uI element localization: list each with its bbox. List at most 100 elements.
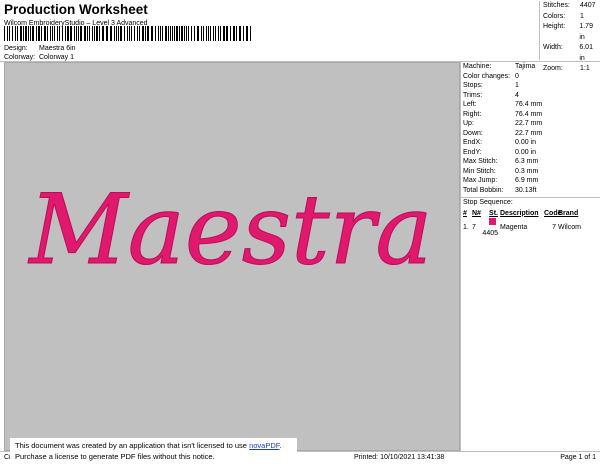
barcode-bar — [179, 26, 180, 41]
info-row: Total Bobbin: 30.13ft — [463, 186, 537, 194]
info-row: EndY: 0.00 in — [463, 148, 537, 156]
info-row: Up: 22.7 mm — [463, 120, 543, 127]
barcode-bar — [223, 26, 225, 41]
stop-sequence-section: Stop Sequence: # N# St. Description Code… — [461, 197, 600, 238]
barcode-bar — [30, 26, 31, 41]
barcode-bar — [87, 26, 88, 41]
barcode-bar — [139, 26, 140, 41]
summary-row: Stitches: 4407 — [543, 2, 596, 9]
barcode-bar — [99, 26, 100, 41]
barcode-bar — [92, 26, 93, 41]
barcode-bar — [213, 26, 214, 41]
barcode-bar — [203, 26, 204, 41]
barcode-bar — [191, 26, 192, 41]
barcode-bar — [9, 26, 10, 41]
barcode-bar — [181, 26, 183, 41]
barcode-bar — [47, 26, 48, 41]
barcode-bar — [89, 26, 90, 41]
colorway-value: Colorway 1 — [39, 54, 75, 61]
barcode-bar — [210, 26, 211, 41]
embroidery-lettering: Maestra — [27, 174, 432, 286]
barcode-image — [4, 26, 251, 41]
barcode-bar — [57, 26, 58, 41]
barcode-bar — [197, 26, 199, 41]
barcode-bar — [168, 26, 169, 41]
barcode-bar — [12, 26, 13, 41]
barcode-bar — [137, 26, 138, 41]
barcode-bar — [124, 26, 125, 41]
info-row: Trims: 4 — [463, 91, 519, 99]
embroidery-design: Maestra — [27, 174, 433, 287]
barcode-bar — [120, 26, 122, 41]
barcode-bar — [160, 26, 161, 41]
barcode-bar — [243, 26, 244, 41]
barcode-bar — [17, 26, 18, 41]
barcode-bar — [206, 26, 207, 41]
barcode-bar — [131, 26, 132, 41]
barcode-bar — [201, 26, 202, 41]
barcode-bar — [38, 26, 40, 41]
barcode-bar — [15, 26, 16, 41]
barcode-bar — [110, 26, 112, 41]
barcode-bar — [4, 26, 5, 41]
barcode-bar — [233, 26, 235, 41]
barcode-bar — [7, 26, 8, 41]
info-row: Stops: 1 — [463, 82, 519, 89]
barcode-bar — [54, 26, 55, 41]
barcode-bar — [76, 26, 77, 41]
barcode-bar — [23, 26, 24, 41]
summary-row: Colors: 1 — [543, 12, 584, 20]
design-value: Maestra 6in — [39, 45, 76, 52]
barcode-bar — [134, 26, 135, 41]
barcode-bar — [52, 26, 53, 41]
design-preview: Maestra — [4, 62, 460, 451]
barcode-bar — [250, 26, 251, 41]
barcode-bar — [145, 26, 146, 41]
barcode-bar — [215, 26, 216, 41]
info-row: Machine: Tajima — [463, 63, 536, 70]
header: Production Worksheet Wilcom EmbroiderySt… — [4, 2, 454, 29]
stop-sequence-title: Stop Sequence: — [463, 199, 513, 206]
barcode-bar — [36, 26, 37, 41]
stop-sequence-header: # N# St. Description Code Brand — [463, 209, 579, 217]
info-row: Max Stitch: 6.3 mm — [463, 158, 539, 165]
info-row: Color changes: 0 — [463, 72, 519, 80]
barcode-bar — [226, 26, 228, 41]
barcode-bar — [208, 26, 209, 41]
barcode-bar — [129, 26, 130, 41]
info-row: Max Jump: 6.9 mm — [463, 177, 539, 184]
barcode-bar — [25, 26, 27, 41]
barcode-bar — [67, 26, 69, 41]
barcode-bar — [84, 26, 86, 41]
barcode-bar — [188, 26, 189, 41]
design-label: Design: — [4, 45, 28, 52]
barcode-bar — [50, 26, 51, 41]
summary-box: Stitches: 4407 Colors: 1 Height: 1.79 in Wi… — [539, 1, 600, 72]
barcode-bar — [151, 26, 153, 41]
barcode-bar — [220, 26, 221, 41]
barcode-bar — [176, 26, 178, 41]
barcode-bar — [162, 26, 163, 41]
novapdf-link[interactable]: novaPDF — [249, 441, 279, 450]
barcode-bar — [65, 26, 66, 41]
barcode-bar — [170, 26, 171, 41]
barcode-bar — [78, 26, 79, 41]
barcode-bar — [94, 26, 95, 41]
barcode-bar — [114, 26, 115, 41]
barcode-bar — [74, 26, 75, 41]
barcode-bar — [44, 26, 46, 41]
barcode-bar — [239, 26, 241, 41]
barcode-bar — [62, 26, 63, 41]
barcode-bar — [41, 26, 42, 41]
barcode-bar — [28, 26, 29, 41]
barcode-bar — [194, 26, 195, 41]
barcode-bar — [80, 26, 82, 41]
page-number: Page 1 of 1 — [560, 454, 596, 461]
worksheet-page: Production Worksheet Wilcom EmbroiderySt… — [0, 0, 600, 464]
barcode-bar — [106, 26, 108, 41]
barcode-bar — [230, 26, 231, 41]
barcode-bar — [70, 26, 72, 41]
barcode-bar — [155, 26, 156, 41]
barcode-bar — [96, 26, 98, 41]
barcode-bar — [142, 26, 144, 41]
